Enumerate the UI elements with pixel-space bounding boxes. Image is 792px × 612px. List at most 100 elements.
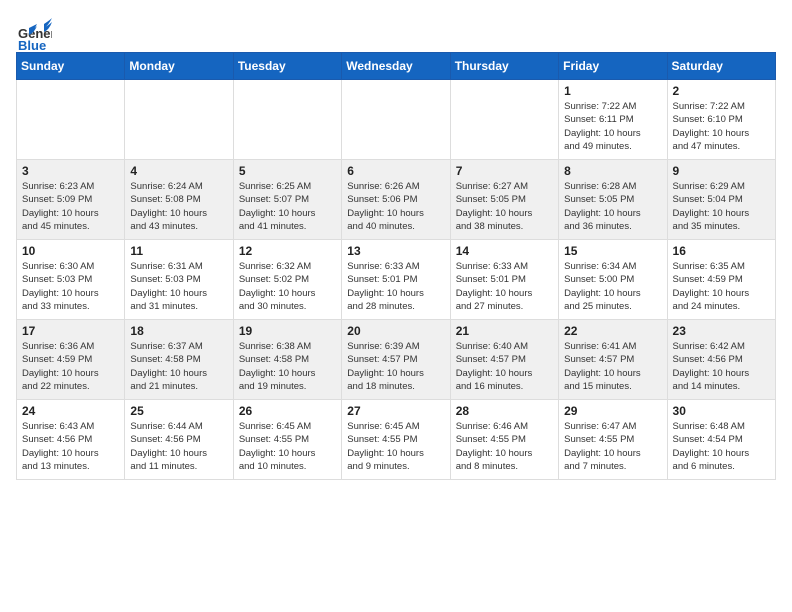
- calendar-day-29: 29 Sunrise: 6:47 AM Sunset: 4:55 PM Dayli…: [559, 400, 667, 480]
- day-info: Sunrise: 6:37 AM Sunset: 4:58 PM Dayligh…: [130, 340, 227, 393]
- calendar-day-12: 12Sunrise: 6:32 AM Sunset: 5:02 PM Dayli…: [233, 240, 341, 320]
- calendar-day-4: 4 Sunrise: 6:24 AM Sunset: 5:08 PM Daylig…: [125, 160, 233, 240]
- day-info: Sunrise: 6:24 AM Sunset: 5:08 PM Dayligh…: [130, 180, 227, 233]
- day-info: Sunrise: 6:38 AM Sunset: 4:58 PM Dayligh…: [239, 340, 336, 393]
- day-number: 26: [239, 404, 336, 418]
- calendar-day-24: 24 Sunrise: 6:43 AM Sunset: 4:56 PM Dayli…: [17, 400, 125, 480]
- day-info: Sunrise: 6:35 AM Sunset: 4:59 PM Dayligh…: [673, 260, 770, 313]
- day-info: Sunrise: 6:40 AM Sunset: 4:57 PM Dayligh…: [456, 340, 553, 393]
- day-info: Sunrise: 6:29 AM Sunset: 5:04 PM Dayligh…: [673, 180, 770, 233]
- calendar-day-25: 25 Sunrise: 6:44 AM Sunset: 4:56 PM Dayli…: [125, 400, 233, 480]
- calendar-day-11: 11 Sunrise: 6:31 AM Sunset: 5:03 PM Dayli…: [125, 240, 233, 320]
- calendar-day-15: 15 Sunrise: 6:34 AM Sunset: 5:00 PM Dayli…: [559, 240, 667, 320]
- calendar-day-27: 27 Sunrise: 6:45 AM Sunset: 4:55 PM Dayli…: [342, 400, 450, 480]
- day-number: 8: [564, 164, 661, 178]
- day-number: 4: [130, 164, 227, 178]
- day-info: Sunrise: 6:45 AM Sunset: 4:55 PM Dayligh…: [239, 420, 336, 473]
- calendar-table: SundayMondayTuesdayWednesdayThursdayFrid…: [16, 52, 776, 480]
- day-info: Sunrise: 6:47 AM Sunset: 4:55 PM Dayligh…: [564, 420, 661, 473]
- day-info: Sunrise: 6:48 AM Sunset: 4:54 PM Dayligh…: [673, 420, 770, 473]
- day-info: Sunrise: 6:25 AM Sunset: 5:07 PM Dayligh…: [239, 180, 336, 233]
- day-info: Sunrise: 7:22 AM Sunset: 6:11 PM Dayligh…: [564, 100, 661, 153]
- day-number: 11: [130, 244, 227, 258]
- day-number: 25: [130, 404, 227, 418]
- day-number: 12: [239, 244, 336, 258]
- calendar-day-18: 18 Sunrise: 6:37 AM Sunset: 4:58 PM Dayli…: [125, 320, 233, 400]
- calendar-day-5: 5Sunrise: 6:25 AM Sunset: 5:07 PM Daylig…: [233, 160, 341, 240]
- day-info: Sunrise: 6:34 AM Sunset: 5:00 PM Dayligh…: [564, 260, 661, 313]
- day-info: Sunrise: 6:30 AM Sunset: 5:03 PM Dayligh…: [22, 260, 119, 313]
- day-info: Sunrise: 6:31 AM Sunset: 5:03 PM Dayligh…: [130, 260, 227, 313]
- day-number: 10: [22, 244, 119, 258]
- calendar-day-13: 13 Sunrise: 6:33 AM Sunset: 5:01 PM Dayli…: [342, 240, 450, 320]
- calendar-empty: [125, 80, 233, 160]
- column-header-wednesday: Wednesday: [342, 53, 450, 80]
- calendar-empty: [233, 80, 341, 160]
- calendar-day-22: 22 Sunrise: 6:41 AM Sunset: 4:57 PM Dayli…: [559, 320, 667, 400]
- day-info: Sunrise: 6:23 AM Sunset: 5:09 PM Dayligh…: [22, 180, 119, 233]
- day-number: 1: [564, 84, 661, 98]
- day-number: 18: [130, 324, 227, 338]
- day-info: Sunrise: 6:28 AM Sunset: 5:05 PM Dayligh…: [564, 180, 661, 233]
- calendar-day-17: 17 Sunrise: 6:36 AM Sunset: 4:59 PM Dayli…: [17, 320, 125, 400]
- calendar-day-28: 28Sunrise: 6:46 AM Sunset: 4:55 PM Dayli…: [450, 400, 558, 480]
- calendar-week-row: 3Sunrise: 6:23 AM Sunset: 5:09 PM Daylig…: [17, 160, 776, 240]
- calendar-day-6: 6Sunrise: 6:26 AM Sunset: 5:06 PM Daylig…: [342, 160, 450, 240]
- calendar-empty: [342, 80, 450, 160]
- calendar-day-14: 14Sunrise: 6:33 AM Sunset: 5:01 PM Dayli…: [450, 240, 558, 320]
- calendar-day-19: 19 Sunrise: 6:38 AM Sunset: 4:58 PM Dayli…: [233, 320, 341, 400]
- day-number: 2: [673, 84, 770, 98]
- day-number: 9: [673, 164, 770, 178]
- day-number: 29: [564, 404, 661, 418]
- day-number: 27: [347, 404, 444, 418]
- column-header-friday: Friday: [559, 53, 667, 80]
- calendar-day-20: 20Sunrise: 6:39 AM Sunset: 4:57 PM Dayli…: [342, 320, 450, 400]
- column-header-sunday: Sunday: [17, 53, 125, 80]
- day-number: 23: [673, 324, 770, 338]
- calendar-day-10: 10 Sunrise: 6:30 AM Sunset: 5:03 PM Dayli…: [17, 240, 125, 320]
- day-info: Sunrise: 6:44 AM Sunset: 4:56 PM Dayligh…: [130, 420, 227, 473]
- calendar-empty: [450, 80, 558, 160]
- day-info: Sunrise: 6:33 AM Sunset: 5:01 PM Dayligh…: [347, 260, 444, 313]
- day-number: 19: [239, 324, 336, 338]
- day-info: Sunrise: 6:36 AM Sunset: 4:59 PM Dayligh…: [22, 340, 119, 393]
- day-number: 14: [456, 244, 553, 258]
- calendar-day-8: 8 Sunrise: 6:28 AM Sunset: 5:05 PM Daylig…: [559, 160, 667, 240]
- calendar-day-9: 9 Sunrise: 6:29 AM Sunset: 5:04 PM Daylig…: [667, 160, 775, 240]
- column-header-monday: Monday: [125, 53, 233, 80]
- column-header-thursday: Thursday: [450, 53, 558, 80]
- day-info: Sunrise: 6:45 AM Sunset: 4:55 PM Dayligh…: [347, 420, 444, 473]
- day-info: Sunrise: 7:22 AM Sunset: 6:10 PM Dayligh…: [673, 100, 770, 153]
- day-number: 24: [22, 404, 119, 418]
- day-number: 13: [347, 244, 444, 258]
- column-header-tuesday: Tuesday: [233, 53, 341, 80]
- day-info: Sunrise: 6:39 AM Sunset: 4:57 PM Dayligh…: [347, 340, 444, 393]
- calendar-day-16: 16 Sunrise: 6:35 AM Sunset: 4:59 PM Dayli…: [667, 240, 775, 320]
- calendar-day-21: 21 Sunrise: 6:40 AM Sunset: 4:57 PM Dayli…: [450, 320, 558, 400]
- calendar-day-30: 30 Sunrise: 6:48 AM Sunset: 4:54 PM Dayli…: [667, 400, 775, 480]
- calendar-day-7: 7Sunrise: 6:27 AM Sunset: 5:05 PM Daylig…: [450, 160, 558, 240]
- day-info: Sunrise: 6:42 AM Sunset: 4:56 PM Dayligh…: [673, 340, 770, 393]
- calendar-day-26: 26 Sunrise: 6:45 AM Sunset: 4:55 PM Dayli…: [233, 400, 341, 480]
- day-info: Sunrise: 6:41 AM Sunset: 4:57 PM Dayligh…: [564, 340, 661, 393]
- bird-icon: [19, 24, 37, 42]
- day-number: 30: [673, 404, 770, 418]
- calendar-empty: [17, 80, 125, 160]
- calendar-day-2: 2 Sunrise: 7:22 AM Sunset: 6:10 PM Daylig…: [667, 80, 775, 160]
- calendar-week-row: 24 Sunrise: 6:43 AM Sunset: 4:56 PM Dayli…: [17, 400, 776, 480]
- logo: General Blue: [16, 16, 52, 42]
- day-number: 17: [22, 324, 119, 338]
- day-number: 6: [347, 164, 444, 178]
- day-info: Sunrise: 6:43 AM Sunset: 4:56 PM Dayligh…: [22, 420, 119, 473]
- calendar-day-3: 3Sunrise: 6:23 AM Sunset: 5:09 PM Daylig…: [17, 160, 125, 240]
- day-number: 16: [673, 244, 770, 258]
- column-header-saturday: Saturday: [667, 53, 775, 80]
- day-number: 21: [456, 324, 553, 338]
- day-number: 7: [456, 164, 553, 178]
- day-info: Sunrise: 6:46 AM Sunset: 4:55 PM Dayligh…: [456, 420, 553, 473]
- day-number: 22: [564, 324, 661, 338]
- day-number: 15: [564, 244, 661, 258]
- calendar-day-23: 23 Sunrise: 6:42 AM Sunset: 4:56 PM Dayli…: [667, 320, 775, 400]
- calendar-header-row: SundayMondayTuesdayWednesdayThursdayFrid…: [17, 53, 776, 80]
- calendar-week-row: 1 Sunrise: 7:22 AM Sunset: 6:11 PM Daylig…: [17, 80, 776, 160]
